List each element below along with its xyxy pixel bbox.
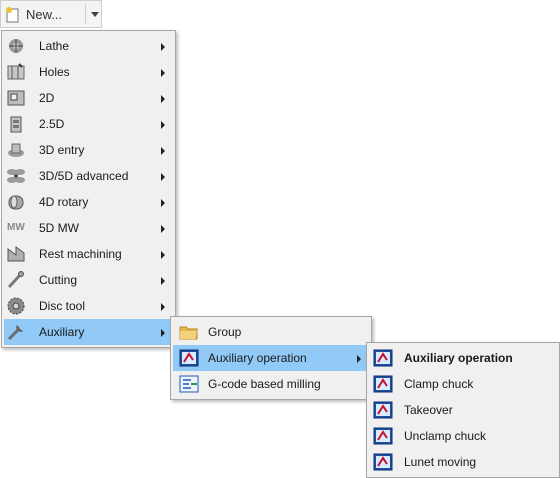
menu-item-rest-machining[interactable]: Rest machining bbox=[4, 241, 173, 267]
menu-item-4d-rotary[interactable]: 4D rotary bbox=[4, 189, 173, 215]
menu-item-3d-entry[interactable]: 3D entry bbox=[4, 137, 173, 163]
auxiliary-submenu: Group Auxiliary operation G-code based m… bbox=[170, 316, 372, 400]
menu-item-unclamp-chuck[interactable]: Unclamp chuck bbox=[369, 423, 557, 449]
menu-item-holes[interactable]: Holes bbox=[4, 59, 173, 85]
holes-icon bbox=[7, 63, 25, 80]
menu-item-takeover[interactable]: Takeover bbox=[369, 397, 557, 423]
submenu-arrow-icon bbox=[161, 303, 165, 311]
3d-entry-icon bbox=[8, 143, 24, 157]
submenu-arrow-icon bbox=[161, 147, 165, 155]
new-button-label: New... bbox=[26, 7, 63, 22]
submenu-arrow-icon bbox=[161, 329, 165, 337]
operation-icon bbox=[373, 349, 393, 367]
operation-icon bbox=[373, 453, 393, 471]
menu-item-auxiliary[interactable]: Auxiliary bbox=[4, 319, 173, 345]
wrench-icon bbox=[7, 325, 24, 341]
submenu-arrow-icon bbox=[161, 277, 165, 285]
split-divider bbox=[85, 4, 86, 24]
menu-item-auxiliary-operation-default[interactable]: Auxiliary operation bbox=[369, 345, 557, 371]
submenu-arrow-icon bbox=[161, 251, 165, 259]
menu-item-g-code-based-milling[interactable]: G-code based milling bbox=[173, 371, 369, 397]
menu-item-5d-mw[interactable]: MW 5D MW bbox=[4, 215, 173, 241]
new-document-icon bbox=[6, 7, 19, 23]
auxiliary-operation-submenu: Auxiliary operation Clamp chuck Takeover… bbox=[366, 342, 560, 478]
gcode-icon bbox=[179, 375, 199, 393]
2-5d-icon bbox=[10, 116, 22, 133]
menu-item-auxiliary-operation[interactable]: Auxiliary operation bbox=[173, 345, 369, 371]
menu-item-lathe[interactable]: Lathe bbox=[4, 33, 173, 59]
submenu-arrow-icon bbox=[161, 121, 165, 129]
submenu-arrow-icon bbox=[161, 95, 165, 103]
submenu-arrow-icon bbox=[161, 199, 165, 207]
menu-item-2-5d[interactable]: 2.5D bbox=[4, 111, 173, 137]
disc-tool-icon bbox=[7, 297, 25, 315]
menu-item-lunet-moving[interactable]: Lunet moving bbox=[369, 449, 557, 475]
menu-item-2d[interactable]: 2D bbox=[4, 85, 173, 111]
submenu-arrow-icon bbox=[161, 173, 165, 181]
submenu-arrow-icon bbox=[161, 225, 165, 233]
menu-item-group[interactable]: Group bbox=[173, 319, 369, 345]
menu-item-3d-5d-advanced[interactable]: 3D/5D advanced bbox=[4, 163, 173, 189]
main-menu: Lathe Holes 2D 2.5D 3D entry 3D/5D advan… bbox=[1, 30, 176, 348]
rest-machining-icon bbox=[7, 246, 25, 262]
menu-item-clamp-chuck[interactable]: Clamp chuck bbox=[369, 371, 557, 397]
operation-icon bbox=[373, 427, 393, 445]
fan-icon bbox=[7, 169, 25, 183]
submenu-arrow-icon bbox=[161, 43, 165, 51]
submenu-arrow-icon bbox=[357, 355, 361, 363]
mw-icon: MW bbox=[7, 222, 25, 233]
cutting-icon bbox=[7, 271, 24, 289]
folder-icon bbox=[179, 326, 198, 340]
2d-icon bbox=[7, 90, 25, 106]
lathe-icon bbox=[9, 39, 23, 53]
operation-icon bbox=[179, 349, 199, 367]
submenu-arrow-icon bbox=[161, 69, 165, 77]
new-split-button[interactable]: New... bbox=[0, 0, 102, 28]
dropdown-arrow-icon[interactable] bbox=[91, 12, 99, 17]
menu-item-disc-tool[interactable]: Disc tool bbox=[4, 293, 173, 319]
rotary-icon bbox=[8, 195, 24, 210]
operation-icon bbox=[373, 401, 393, 419]
operation-icon bbox=[373, 375, 393, 393]
menu-item-cutting[interactable]: Cutting bbox=[4, 267, 173, 293]
